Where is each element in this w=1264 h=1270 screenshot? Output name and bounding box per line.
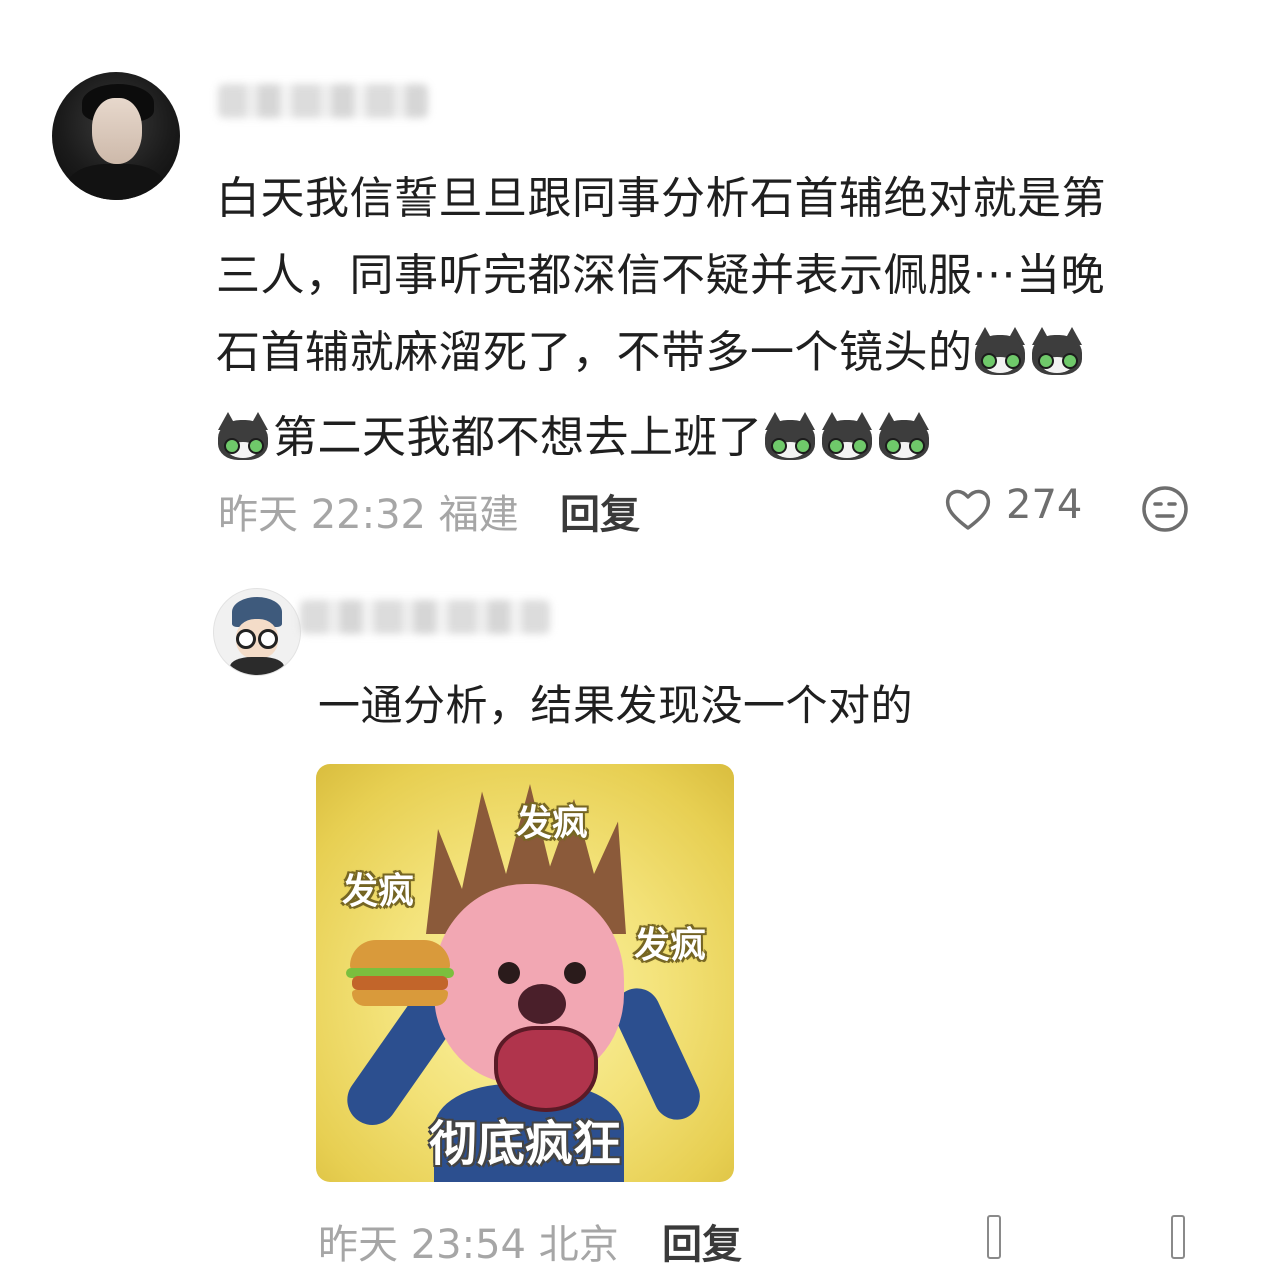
- meme-mouth: [494, 1026, 598, 1112]
- cat-emoji-icon: [877, 412, 931, 460]
- comment-line-text: 第二天我都不想去上班了: [273, 412, 763, 463]
- user-avatar[interactable]: [52, 72, 180, 200]
- cat-emoji-icon: [1030, 327, 1084, 375]
- meme-nose: [518, 984, 566, 1024]
- comment-line: 石首辅就麻溜死了，不带多一个镜头的: [216, 314, 1226, 399]
- dislike-face-icon[interactable]: [1140, 484, 1190, 534]
- meme-eye: [498, 962, 520, 984]
- cat-emoji-icon: [973, 327, 1027, 375]
- emoji-group: [216, 407, 273, 484]
- avatar-glasses: [258, 629, 278, 649]
- reply-username-blurred[interactable]: [300, 600, 550, 634]
- comment-line-text: 石首辅就麻溜死了，不带多一个镜头的: [216, 327, 973, 378]
- meme-image[interactable]: 发疯 发疯 发疯 彻底疯狂: [316, 764, 734, 1182]
- reply-reply-button[interactable]: 回复: [662, 1212, 742, 1270]
- comment-line: 第二天我都不想去上班了: [216, 399, 1226, 484]
- avatar-body: [66, 164, 166, 200]
- username-blurred[interactable]: [218, 84, 428, 118]
- reply-text: 一通分析，结果发现没一个对的: [318, 681, 914, 730]
- like-count: 274: [1006, 482, 1083, 528]
- meme-word: 发疯: [516, 803, 589, 844]
- emoji-group: [763, 407, 934, 484]
- pause-icon[interactable]: [980, 1212, 1192, 1260]
- comment-line: 白天我信誓旦旦跟同事分析石首辅绝对就是第: [216, 173, 1106, 224]
- reply-user-avatar[interactable]: [213, 588, 301, 676]
- meme-word: 发疯: [342, 871, 415, 912]
- cat-emoji-icon: [820, 412, 874, 460]
- meme-word: 发疯: [634, 925, 707, 966]
- cat-emoji-icon: [216, 412, 270, 460]
- heart-icon[interactable]: [944, 486, 992, 532]
- cat-emoji-icon: [763, 412, 817, 460]
- reply-date-location: 昨天 23:54 北京: [318, 1222, 619, 1268]
- avatar-shirt: [230, 657, 284, 675]
- comment-date-location: 昨天 22:32 福建: [218, 492, 519, 538]
- burger-icon: [346, 940, 454, 1006]
- reply-button[interactable]: 回复: [560, 482, 640, 540]
- meme-caption: 彻底疯狂: [428, 1116, 621, 1172]
- meme-eye: [564, 962, 586, 984]
- emoji-group: [973, 322, 1087, 399]
- avatar-glasses: [236, 629, 256, 649]
- comment-text: 白天我信誓旦旦跟同事分析石首辅绝对就是第 三人，同事听完都深信不疑并表示佩服··…: [216, 160, 1226, 484]
- comment-line: 三人，同事听完都深信不疑并表示佩服···当晚: [216, 250, 1105, 301]
- avatar-face: [92, 98, 142, 164]
